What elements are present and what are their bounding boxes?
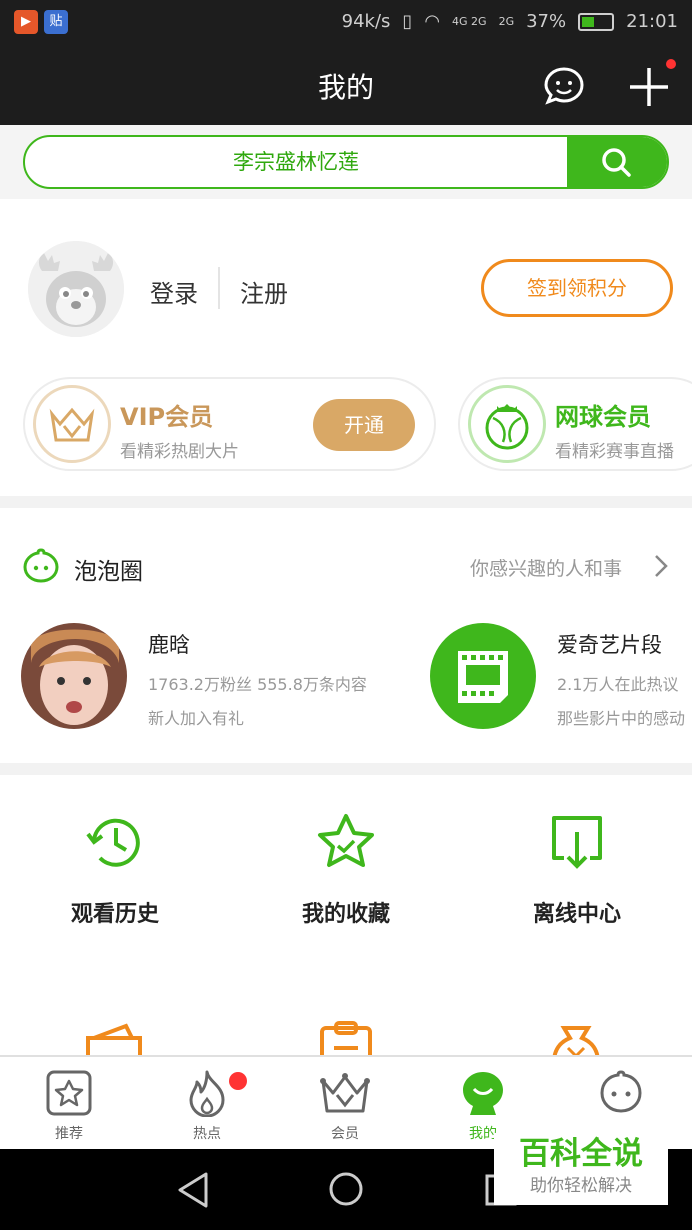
mine-icon — [463, 1072, 503, 1115]
chevron-right-icon[interactable] — [654, 554, 668, 578]
nav-recommend[interactable]: 推荐 — [0, 1057, 138, 1149]
page-title: 我的 — [317, 71, 374, 104]
circle-desc: 新人加入有礼 — [148, 709, 245, 728]
register-link[interactable]: 注册 — [240, 274, 288, 309]
recommend-icon — [46, 1070, 92, 1116]
vip-subtitle: 看精彩热剧大片 — [120, 442, 239, 462]
bubble-face-icon — [600, 1070, 642, 1113]
crown-icon — [320, 1073, 370, 1113]
person-photo — [21, 623, 127, 729]
search-input[interactable]: 李宗盛林忆莲 — [25, 137, 567, 187]
nav-label: 推荐 — [55, 1126, 83, 1142]
watermark-subtitle: 助你轻松解决 — [530, 1176, 632, 1196]
watch-history-button[interactable]: 观看历史 — [0, 810, 230, 928]
section-divider — [0, 496, 692, 508]
nav-label: 会员 — [331, 1126, 359, 1142]
nav-hot[interactable]: 热点 — [138, 1057, 276, 1149]
quick-label: 观看历史 — [70, 902, 159, 927]
luhan-avatar — [21, 623, 127, 729]
battery-icon — [578, 12, 615, 31]
money-bag-icon[interactable] — [548, 1020, 604, 1056]
tennis-icon — [468, 385, 546, 463]
home-icon[interactable] — [328, 1171, 364, 1207]
signal-4g-label: 4G 2G — [452, 15, 487, 28]
circle-card-luhan[interactable]: 鹿晗 1763.2万粉丝 555.8万条内容 新人加入有礼 — [21, 623, 367, 733]
crown-icon — [33, 385, 111, 463]
section-title: 泡泡圈 — [74, 559, 143, 585]
flame-icon — [189, 1070, 225, 1118]
message-icon[interactable] — [543, 66, 585, 106]
search-bar[interactable]: 李宗盛林忆莲 — [23, 135, 669, 189]
search-section: 李宗盛林忆莲 — [0, 125, 692, 199]
net-speed: 94k/s — [341, 11, 391, 32]
battery-percent: 37% — [526, 11, 567, 32]
circle-name: 鹿晗 — [148, 633, 190, 657]
bubble-logo-icon — [23, 548, 59, 583]
quick-actions: 观看历史 我的收藏 离线中心 — [0, 775, 692, 1056]
quick-label: 离线中心 — [532, 902, 621, 927]
top-header: 我的 — [0, 46, 692, 125]
login-link[interactable]: 登录 — [150, 274, 198, 309]
wallet-icon[interactable] — [84, 1020, 144, 1056]
wifi-icon: ◠ — [424, 11, 441, 32]
mascot-avatar-icon — [28, 241, 124, 337]
add-icon[interactable] — [628, 66, 670, 108]
tennis-card[interactable]: 网球会员 看精彩赛事直播 — [458, 377, 692, 471]
signal-2g-label: 2G — [498, 15, 515, 28]
iqiyi-clips-avatar — [430, 623, 536, 729]
divider — [218, 267, 220, 309]
watermark: 百科全说 助你轻松解决 — [494, 1133, 668, 1205]
vibrate-icon: ▯ — [402, 11, 413, 32]
avatar[interactable] — [28, 241, 124, 337]
notification-dot — [666, 59, 676, 69]
vip-card[interactable]: VIP会员 看精彩热剧大片 开通 — [23, 377, 436, 471]
status-bar: ▶ 贴 94k/s ▯ ◠ 4G 2G 2G 37% 21:01 — [0, 0, 692, 46]
section-divider — [0, 763, 692, 775]
clock: 21:01 — [626, 11, 678, 32]
watermark-title: 百科全说 — [519, 1136, 643, 1172]
sign-in-points-button[interactable]: 签到领积分 — [481, 259, 673, 317]
clipboard-icon[interactable] — [318, 1020, 374, 1056]
tennis-title: 网球会员 — [555, 403, 651, 431]
interest-link[interactable]: 你感兴趣的人和事 — [470, 554, 622, 581]
history-icon — [86, 818, 140, 867]
circle-desc: 那些影片中的感动 — [557, 709, 686, 728]
film-icon — [458, 651, 508, 703]
circle-stats: 1763.2万粉丝 555.8万条内容 — [148, 675, 367, 694]
star-icon — [318, 814, 374, 867]
search-button[interactable] — [567, 137, 667, 187]
tennis-subtitle: 看精彩赛事直播 — [555, 442, 674, 462]
vip-title: VIP会员 — [120, 403, 214, 431]
nav-label: 热点 — [193, 1126, 221, 1142]
hot-badge-dot — [229, 1072, 247, 1090]
circle-name: 爱奇艺片段 — [557, 633, 662, 657]
nav-vip[interactable]: 会员 — [276, 1057, 414, 1149]
bubble-circle-section: 泡泡圈 你感兴趣的人和事 鹿晗 1763.2万粉丝 555.8万条内容 新人加入… — [0, 508, 692, 763]
quick-label: 我的收藏 — [301, 902, 390, 927]
tieba-app-icon: 贴 — [44, 10, 68, 34]
download-icon — [552, 816, 602, 869]
search-icon — [602, 148, 631, 177]
circle-stats: 2.1万人在此热议 — [557, 675, 679, 694]
profile-section: 登录 注册 签到领积分 VIP会员 看精彩热剧大片 开通 网球会员 看精彩赛事直… — [0, 199, 692, 496]
offline-center-button[interactable]: 离线中心 — [462, 810, 692, 928]
my-favorites-button[interactable]: 我的收藏 — [231, 810, 461, 928]
circle-card-iqiyi-clips[interactable]: 爱奇艺片段 2.1万人在此热议 那些影片中的感动 — [430, 623, 692, 733]
vip-open-button[interactable]: 开通 — [313, 399, 415, 451]
back-icon[interactable] — [176, 1171, 210, 1209]
video-app-icon: ▶ — [14, 10, 38, 34]
